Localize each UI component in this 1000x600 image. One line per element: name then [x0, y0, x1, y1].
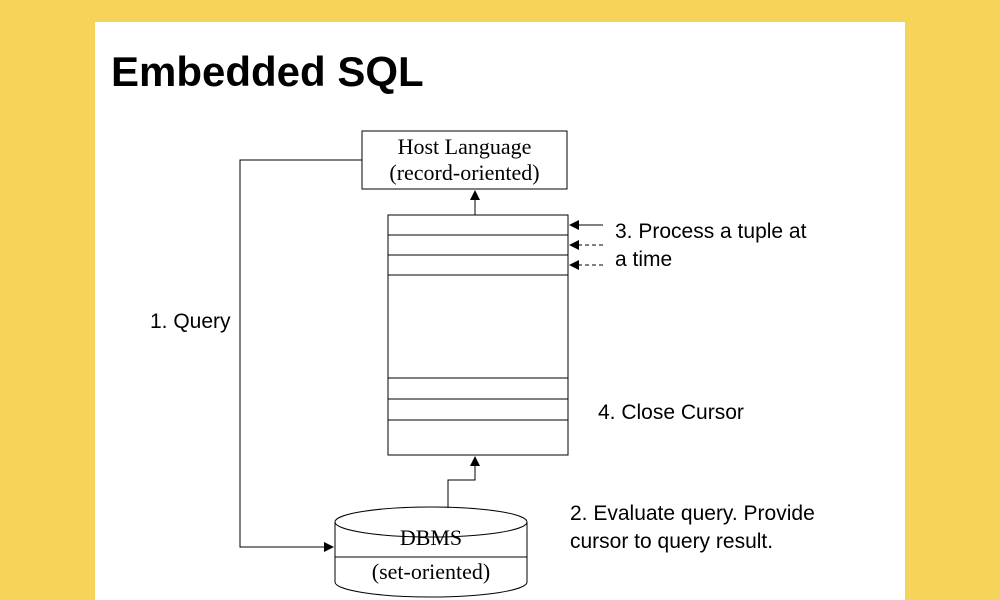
dbms-sub: (set-oriented) — [335, 559, 527, 585]
step-2-line1: 2. Evaluate query. Provide — [570, 500, 815, 527]
step-2-line2: cursor to query result. — [570, 528, 773, 555]
host-language-line1: Host Language — [362, 134, 567, 160]
dbms-label: DBMS — [335, 525, 527, 551]
host-language-line2: (record-oriented) — [362, 160, 567, 186]
slide: Embedded SQL Host L — [95, 22, 905, 600]
step-3-line1: 3. Process a tuple at — [615, 218, 806, 245]
step-4: 4. Close Cursor — [598, 399, 744, 426]
step-1: 1. Query — [150, 308, 231, 335]
step-3-line2: a time — [615, 246, 672, 273]
